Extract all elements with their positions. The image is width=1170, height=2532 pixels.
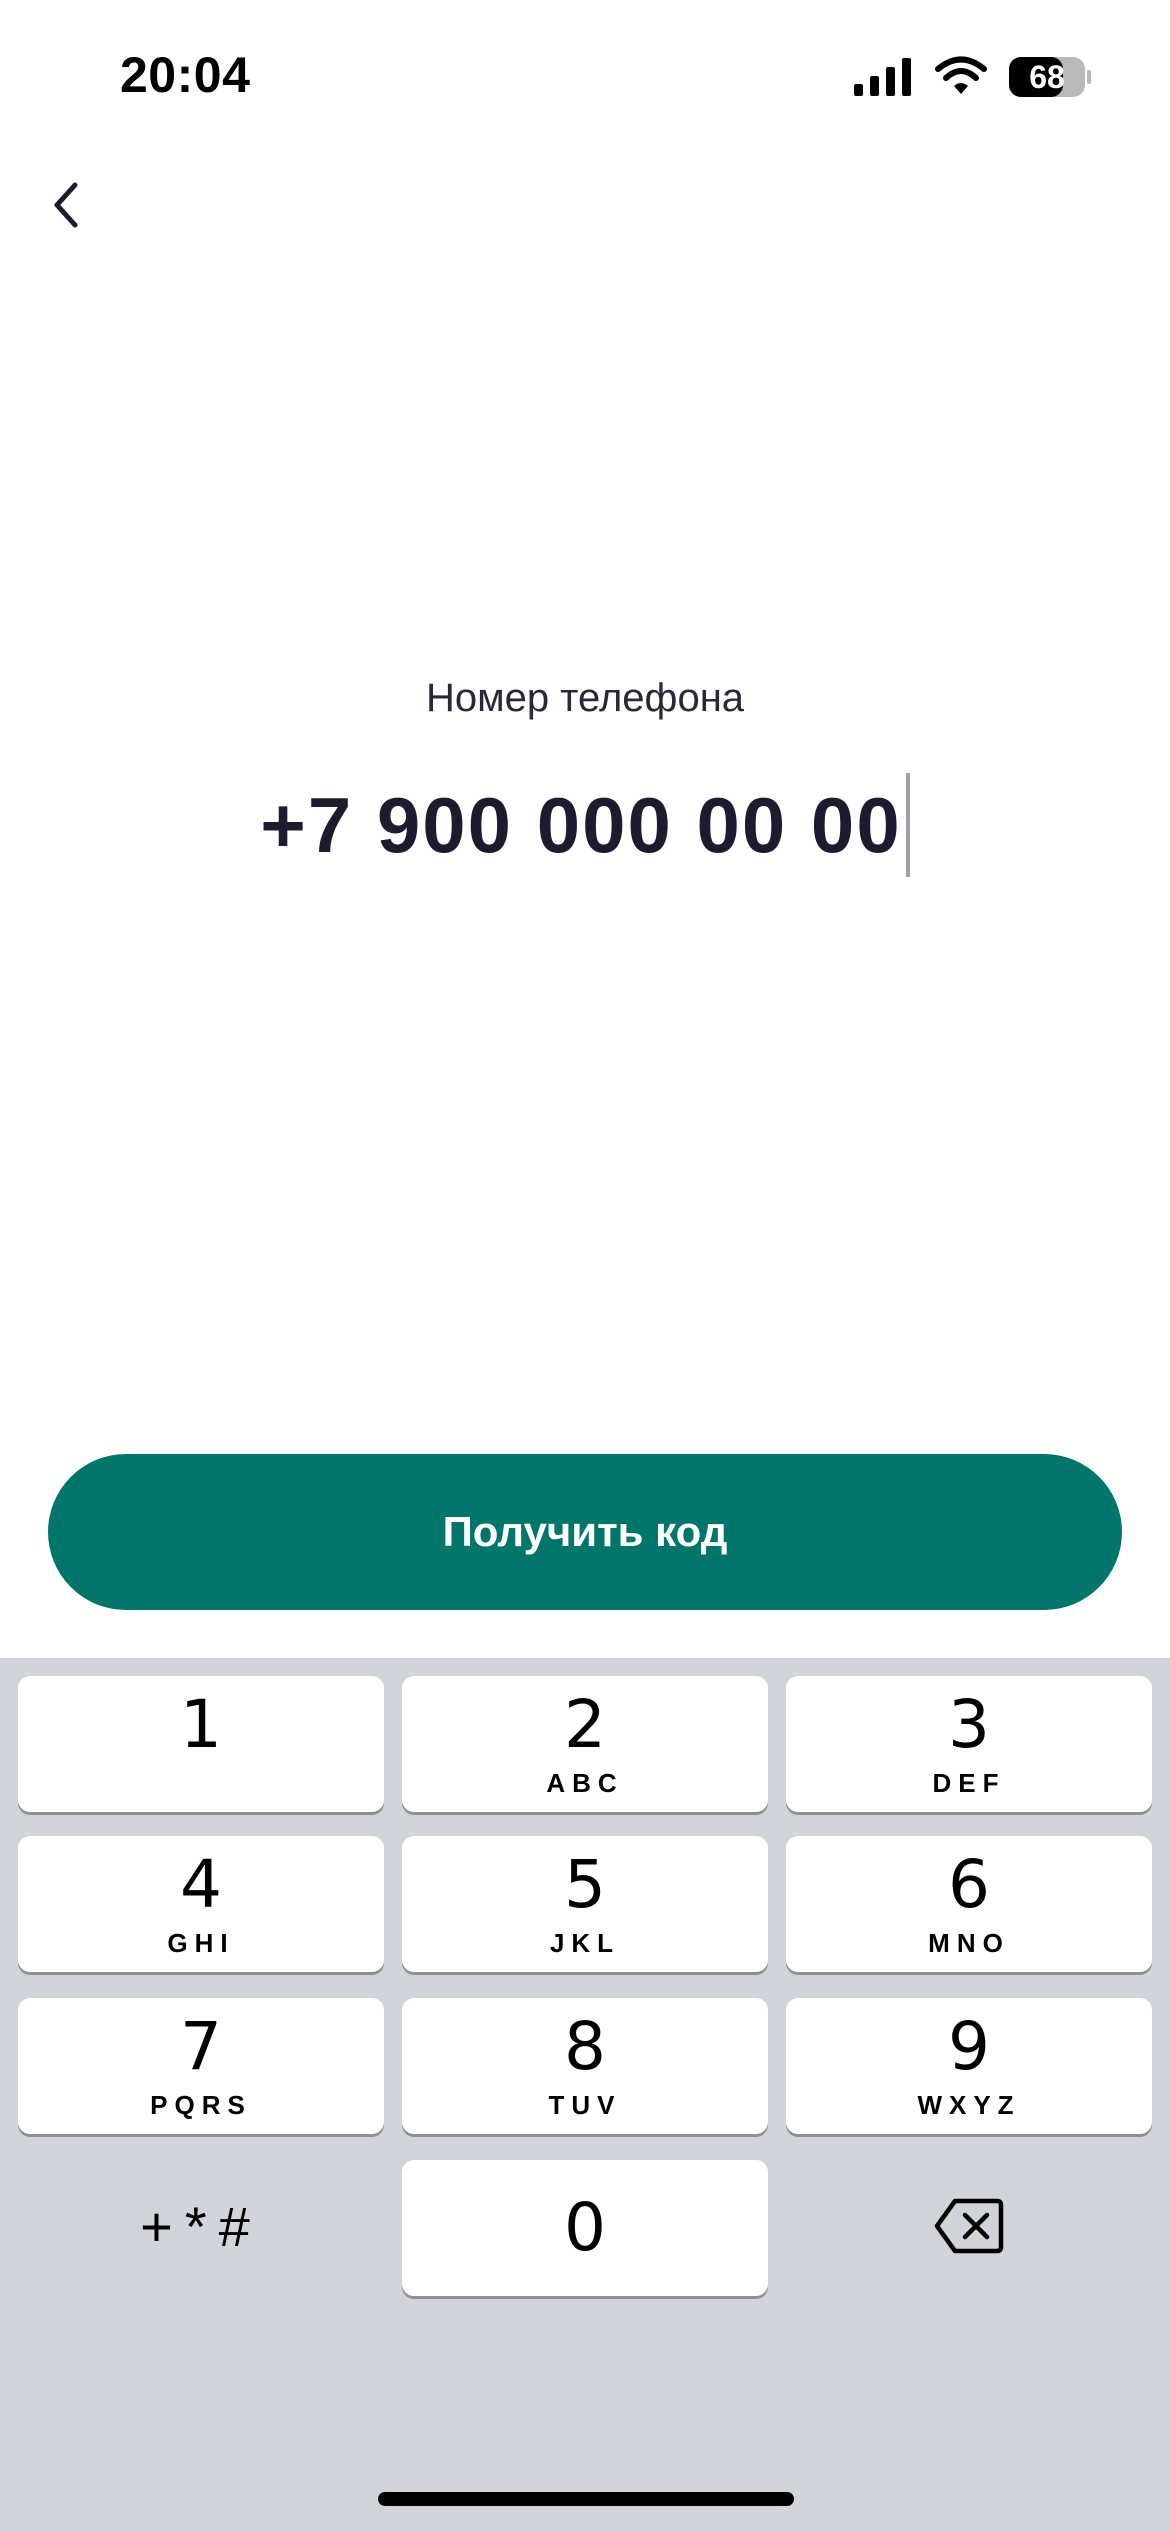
key-digit: 6 xyxy=(948,1846,990,1923)
key-0[interactable]: 0 xyxy=(402,2160,768,2296)
key-letters: ABC xyxy=(546,1768,624,1798)
key-3[interactable]: 3 DEF xyxy=(786,1676,1152,1812)
key-digit: 5 xyxy=(564,1846,606,1923)
key-6[interactable]: 6 MNO xyxy=(786,1836,1152,1972)
signal-icon xyxy=(854,58,911,96)
key-letters: JKL xyxy=(549,1928,621,1958)
status-bar: 20:04 68 xyxy=(0,0,1170,150)
key-1[interactable]: 1 xyxy=(18,1676,384,1812)
phone-input[interactable]: +7 900 000 00 00 xyxy=(0,770,1170,880)
status-time: 20:04 xyxy=(120,47,251,103)
key-letters: MNO xyxy=(928,1928,1010,1958)
key-digit: 9 xyxy=(948,2008,990,2085)
backspace-icon xyxy=(934,2198,1004,2254)
key-5[interactable]: 5 JKL xyxy=(402,1836,768,1972)
key-digit: 2 xyxy=(564,1686,606,1763)
key-digit: 4 xyxy=(180,1846,222,1923)
key-digit: 3 xyxy=(948,1686,990,1763)
key-digit: 8 xyxy=(564,2008,606,2085)
key-letters: DEF xyxy=(932,1768,1006,1798)
key-7[interactable]: 7 PQRS xyxy=(18,1998,384,2134)
home-indicator xyxy=(378,2492,794,2506)
phone-value[interactable]: +7 900 000 00 00 xyxy=(260,780,901,871)
chevron-left-icon xyxy=(54,182,78,228)
delete-key[interactable] xyxy=(786,2158,1152,2294)
key-letters: TUV xyxy=(548,2090,622,2120)
back-button[interactable] xyxy=(36,170,96,240)
key-letters: PQRS xyxy=(150,2090,252,2120)
key-2[interactable]: 2 ABC xyxy=(402,1676,768,1812)
key-symbols[interactable]: +*# xyxy=(18,2158,384,2294)
key-digit: 7 xyxy=(180,2008,222,2085)
key-8[interactable]: 8 TUV xyxy=(402,1998,768,2134)
wifi-icon xyxy=(935,56,987,94)
text-cursor xyxy=(905,773,910,877)
key-digit: 0 xyxy=(564,2189,606,2266)
key-letters: WXYZ xyxy=(917,2090,1021,2120)
key-4[interactable]: 4 GHI xyxy=(18,1836,384,1972)
key-9[interactable]: 9 WXYZ xyxy=(786,1998,1152,2134)
key-digit: 1 xyxy=(180,1686,222,1763)
key-letters: GHI xyxy=(167,1928,235,1958)
battery-level: 68 xyxy=(1029,59,1065,95)
phone-label: Номер телефона xyxy=(425,676,745,720)
get-code-button[interactable]: Получить код xyxy=(48,1454,1122,1610)
